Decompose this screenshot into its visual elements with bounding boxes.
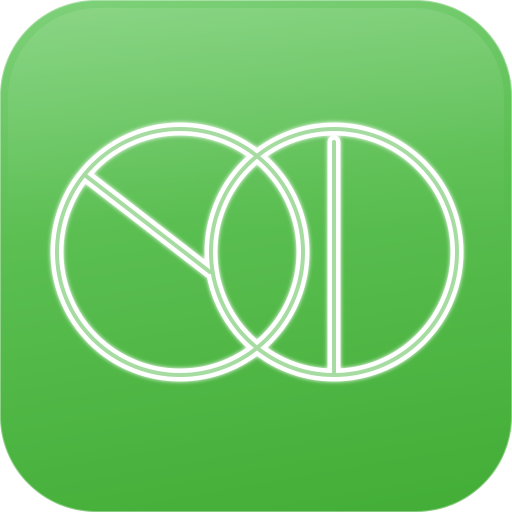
logo-inner-line <box>55 127 459 377</box>
linked-circles-logo-icon <box>50 122 464 382</box>
logo-outline <box>50 122 464 382</box>
app-icon[interactable] <box>0 0 512 512</box>
